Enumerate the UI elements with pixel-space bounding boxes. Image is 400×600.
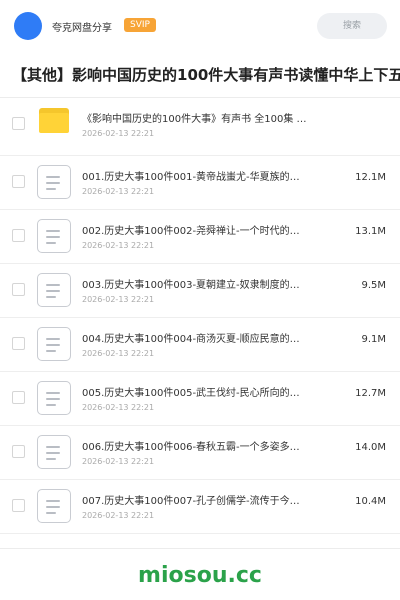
item-size: 9.1M — [361, 334, 386, 345]
footer: miosou.cc — [0, 548, 400, 600]
file-row[interactable]: 002.历史大事100件002-尧舜禅让-一个时代的… 2026-02-13 22… — [0, 210, 400, 264]
svip-badge[interactable]: SVIP — [124, 18, 156, 32]
row-checkbox[interactable] — [12, 337, 25, 350]
page-title: 【其他】影响中国历史的100件大事有声书读懂中华上下五千年 — [12, 66, 400, 84]
item-size: 10.4M — [355, 496, 386, 507]
item-name[interactable]: 004.历史大事100件004-商汤灭夏-顺应民意的… — [82, 330, 312, 345]
folder-row[interactable]: 《影响中国历史的100件大事》有声书 全100集 … 2026-02-13 22:… — [0, 98, 400, 156]
row-checkbox[interactable] — [12, 283, 25, 296]
row-checkbox[interactable] — [12, 445, 25, 458]
item-size: 14.0M — [355, 442, 386, 453]
document-icon — [37, 219, 71, 253]
document-icon — [37, 489, 71, 523]
item-date: 2026-02-13 22:21 — [82, 187, 155, 196]
file-row[interactable]: 004.历史大事100件004-商汤灭夏-顺应民意的… 2026-02-13 22… — [0, 318, 400, 372]
item-date: 2026-02-13 22:21 — [82, 241, 155, 250]
avatar[interactable] — [14, 12, 42, 40]
row-checkbox[interactable] — [12, 117, 25, 130]
document-icon — [37, 381, 71, 415]
file-row[interactable]: 001.历史大事100件001-黄帝战蚩尤-华夏族的… 2026-02-13 22… — [0, 156, 400, 210]
file-row[interactable]: 007.历史大事100件007-孔子创儒学-流传于今… 2026-02-13 22… — [0, 480, 400, 534]
item-name[interactable]: 002.历史大事100件002-尧舜禅让-一个时代的… — [82, 222, 312, 237]
file-row[interactable]: 003.历史大事100件003-夏朝建立-奴隶制度的… 2026-02-13 22… — [0, 264, 400, 318]
item-name[interactable]: 001.历史大事100件001-黄帝战蚩尤-华夏族的… — [82, 168, 312, 183]
item-size: 12.7M — [355, 388, 386, 399]
document-icon — [37, 273, 71, 307]
row-checkbox[interactable] — [12, 175, 25, 188]
item-name[interactable]: 003.历史大事100件003-夏朝建立-奴隶制度的… — [82, 276, 312, 291]
item-size: 12.1M — [355, 172, 386, 183]
app-name: 夸克网盘分享 — [52, 23, 112, 34]
watermark: miosou.cc — [138, 563, 262, 588]
item-date: 2026-02-13 22:21 — [82, 511, 155, 520]
file-row[interactable]: 005.历史大事100件005-武王伐纣-民心所向的… 2026-02-13 22… — [0, 372, 400, 426]
file-row[interactable]: 006.历史大事100件006-春秋五霸-一个多姿多… 2026-02-13 22… — [0, 426, 400, 480]
row-checkbox[interactable] — [12, 229, 25, 242]
item-name[interactable]: 006.历史大事100件006-春秋五霸-一个多姿多… — [82, 438, 312, 453]
file-list: 《影响中国历史的100件大事》有声书 全100集 … 2026-02-13 22:… — [0, 98, 400, 534]
document-icon — [37, 327, 71, 361]
row-checkbox[interactable] — [12, 499, 25, 512]
title-bar: 【其他】影响中国历史的100件大事有声书读懂中华上下五千年 — [0, 52, 400, 98]
item-name[interactable]: 《影响中国历史的100件大事》有声书 全100集 … — [82, 110, 312, 125]
item-date: 2026-02-13 22:21 — [82, 457, 155, 466]
item-date: 2026-02-13 22:21 — [82, 349, 155, 358]
item-date: 2026-02-13 22:21 — [82, 295, 155, 304]
folder-icon — [39, 108, 69, 133]
item-size: 9.5M — [361, 280, 386, 291]
item-size: 13.1M — [355, 226, 386, 237]
row-checkbox[interactable] — [12, 391, 25, 404]
item-name[interactable]: 007.历史大事100件007-孔子创儒学-流传于今… — [82, 492, 312, 507]
header: 夸克网盘分享 SVIP 搜索 — [0, 0, 400, 52]
search-input[interactable]: 搜索 — [317, 13, 387, 39]
item-date: 2026-02-13 22:21 — [82, 403, 155, 412]
item-date: 2026-02-13 22:21 — [82, 129, 155, 138]
item-name[interactable]: 005.历史大事100件005-武王伐纣-民心所向的… — [82, 384, 312, 399]
document-icon — [37, 165, 71, 199]
document-icon — [37, 435, 71, 469]
